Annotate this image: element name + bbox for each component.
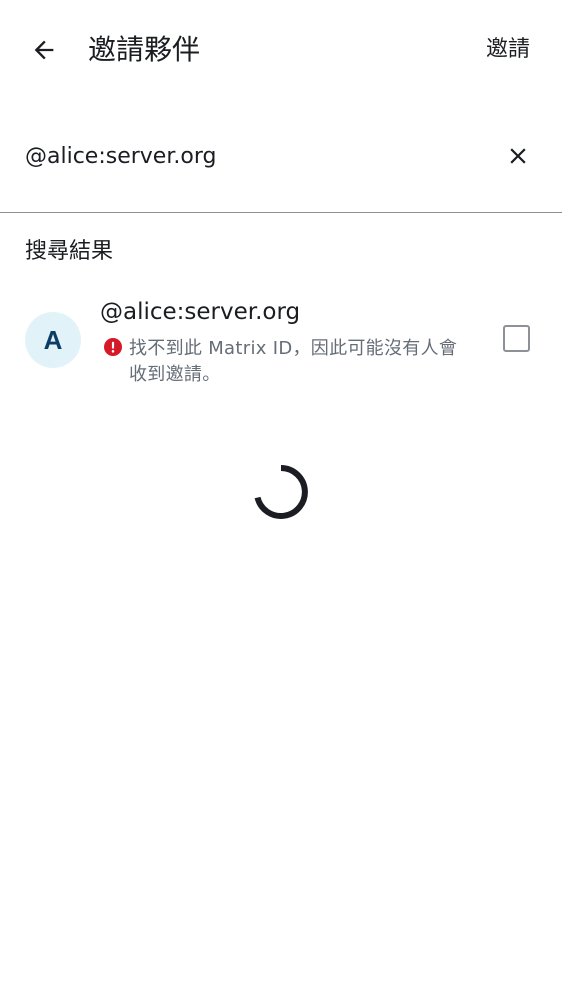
avatar: A [25,312,81,368]
back-button[interactable] [24,30,64,70]
clear-search-button[interactable] [500,138,536,174]
close-icon [510,148,526,164]
search-bar [0,118,562,213]
list-item[interactable]: A @alice:server.org 找不到此 Matrix ID，因此可能沒… [0,290,562,394]
error-icon [104,338,122,356]
arrow-left-icon [34,40,54,60]
top-app-bar: 邀請夥伴 邀請 [0,0,562,100]
search-results-header: 搜尋結果 [25,239,114,264]
loading-spinner [254,465,308,519]
page-title: 邀請夥伴 [88,33,201,66]
invite-button[interactable]: 邀請 [486,32,530,68]
search-input[interactable] [25,136,465,176]
warning-text: 找不到此 Matrix ID，因此可能沒有人會收到邀請。 [129,338,458,385]
select-checkbox[interactable] [503,325,530,352]
result-user-id: @alice:server.org [100,299,301,325]
